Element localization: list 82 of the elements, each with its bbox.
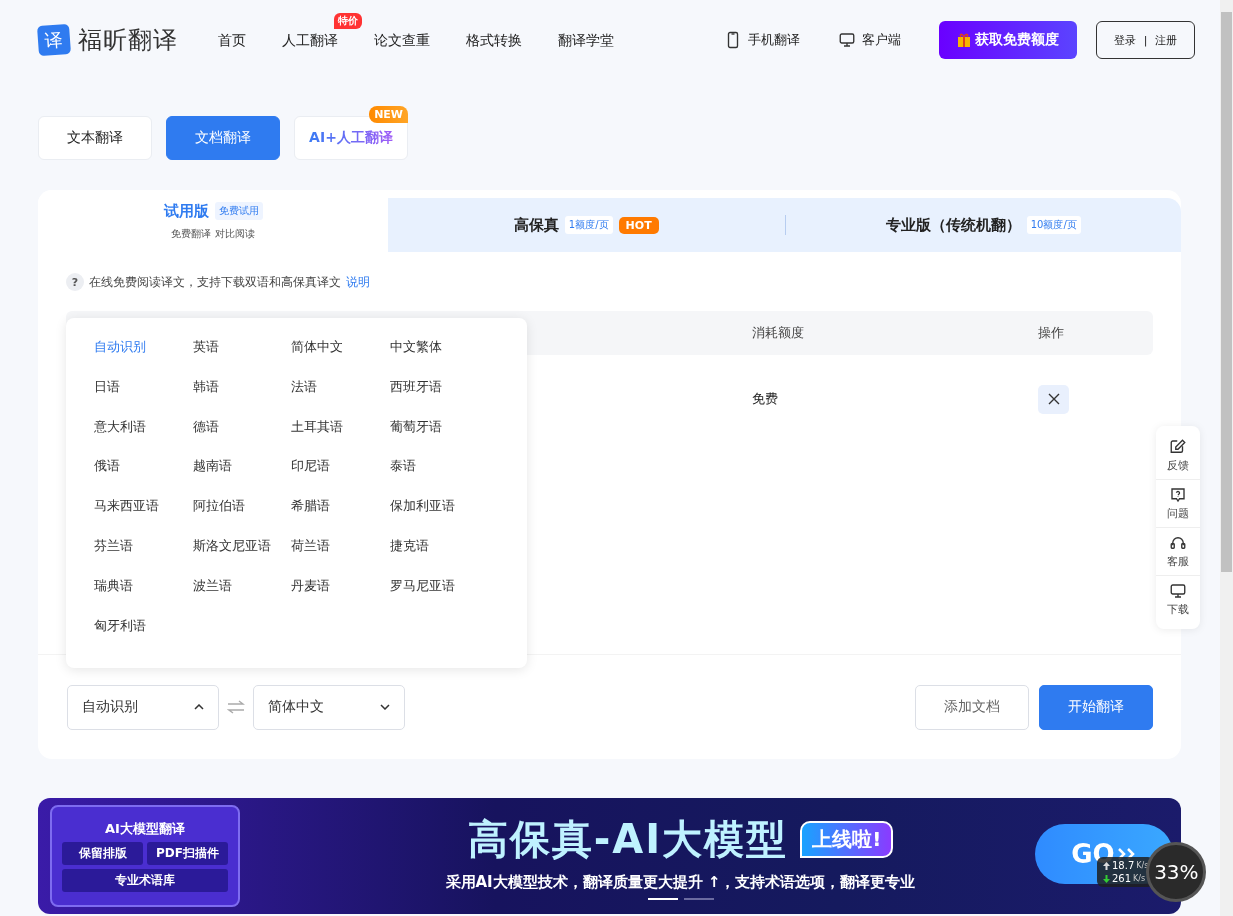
- notice-text: 在线免费阅读译文，支持下载双语和高保真译文: [89, 273, 341, 291]
- launch-tag: 上线啦!: [800, 821, 894, 858]
- column-header: 操作: [1038, 324, 1065, 342]
- rate-unit: K/s: [1133, 874, 1146, 883]
- plan-title: 高保真: [513, 215, 559, 235]
- language-option[interactable]: 俄语: [94, 457, 193, 498]
- nav-link[interactable]: 人工翻译: [282, 32, 338, 48]
- feature-label: 专业术语库: [62, 869, 228, 892]
- side-tool[interactable]: 反馈: [1156, 432, 1200, 480]
- add-document-button[interactable]: 添加文档: [915, 684, 1029, 730]
- register-link[interactable]: 注册: [1155, 32, 1178, 48]
- nav-link[interactable]: 格式转换: [466, 32, 522, 48]
- language-option[interactable]: 意大利语: [94, 417, 193, 458]
- language-option[interactable]: 德语: [192, 417, 291, 458]
- plan-title: 专业版（传统机翻）: [885, 215, 1021, 235]
- language-option[interactable]: 葡萄牙语: [389, 417, 488, 458]
- table-cell-text: 免费: [752, 390, 779, 408]
- new-badge: NEW: [369, 106, 408, 123]
- language-option[interactable]: 自动识别: [94, 338, 193, 378]
- language-option[interactable]: 土耳其语: [291, 417, 390, 458]
- logo-text: 福昕翻译: [78, 25, 178, 56]
- plan-subtitle: 免费翻译 对比阅读: [171, 226, 255, 241]
- language-option[interactable]: 简体中文: [291, 338, 390, 378]
- language-option[interactable]: 保加利亚语: [389, 497, 488, 537]
- language-option[interactable]: 捷克语: [389, 537, 488, 577]
- nav-link[interactable]: 论文查重: [374, 32, 430, 48]
- language-option[interactable]: 阿拉伯语: [192, 497, 291, 537]
- language-option[interactable]: 法语: [291, 377, 390, 418]
- language-option[interactable]: 马来西亚语: [94, 497, 193, 537]
- plan-tab[interactable]: 高保真 1额度/页 HOT: [388, 198, 785, 252]
- nav-link[interactable]: 首页: [218, 32, 246, 48]
- language-option[interactable]: 荷兰语: [291, 537, 390, 577]
- language-option[interactable]: 泰语: [389, 457, 488, 498]
- feature-title: AI大模型翻译: [104, 820, 186, 838]
- side-tool[interactable]: 下载: [1156, 576, 1200, 623]
- free-quota-button[interactable]: 获取免费额度: [939, 21, 1077, 59]
- language-option[interactable]: 瑞典语: [94, 576, 193, 617]
- plan-tag: 1额度/页: [564, 216, 613, 234]
- sale-badge: 特价: [334, 13, 362, 29]
- language-option[interactable]: 印尼语: [291, 457, 390, 498]
- plan-title: 试用版: [163, 201, 209, 221]
- banner-headline: 高保真-AI大模型: [467, 815, 789, 864]
- explain-link[interactable]: 说明: [346, 273, 370, 291]
- target-language-select[interactable]: 简体中文: [253, 684, 405, 730]
- language-option[interactable]: 罗马尼亚语: [389, 576, 488, 617]
- column-header: 消耗额度: [752, 324, 805, 342]
- logo-mark: 译: [37, 23, 71, 57]
- mode-tab[interactable]: 文档翻译: [166, 116, 280, 160]
- header-link[interactable]: 客户端: [838, 31, 901, 49]
- download-rate: 261: [1112, 873, 1132, 884]
- start-translate-button[interactable]: 开始翻译: [1039, 684, 1153, 730]
- language-option[interactable]: 中文繁体: [389, 338, 488, 378]
- plan-tag: 10额度/页: [1026, 216, 1081, 234]
- usage-meter[interactable]: 33%: [1146, 842, 1207, 902]
- language-option[interactable]: 波兰语: [192, 576, 291, 617]
- feature-label: PDF扫描件: [147, 842, 228, 865]
- language-option[interactable]: 日语: [94, 377, 193, 418]
- language-option[interactable]: 越南语: [192, 457, 291, 498]
- mode-tab[interactable]: 文本翻译: [38, 116, 152, 160]
- language-option[interactable]: 丹麦语: [291, 576, 390, 617]
- hot-badge: HOT: [618, 216, 659, 234]
- side-tool[interactable]: 客服: [1156, 528, 1200, 576]
- nav-link[interactable]: 翻译学堂: [558, 32, 614, 48]
- login-link[interactable]: 登录: [1113, 32, 1136, 48]
- feature-label: 保留排版: [62, 842, 143, 865]
- language-option[interactable]: 韩语: [192, 377, 291, 418]
- separator: |: [1143, 33, 1148, 47]
- plan-tab[interactable]: 专业版（传统机翻） 10额度/页: [784, 198, 1181, 252]
- source-language-select[interactable]: 自动识别: [67, 684, 219, 730]
- header-link[interactable]: 手机翻译: [724, 31, 800, 49]
- side-tool[interactable]: 问题: [1156, 480, 1200, 528]
- plan-tag: 免费试用: [214, 202, 263, 220]
- language-option[interactable]: 斯洛文尼亚语: [192, 537, 291, 577]
- language-option[interactable]: 希腊语: [291, 497, 390, 537]
- language-option[interactable]: 匈牙利语: [94, 616, 193, 657]
- upload-rate: 18.7: [1112, 860, 1135, 871]
- language-option[interactable]: 西班牙语: [389, 377, 488, 418]
- rate-unit: K/s: [1136, 861, 1149, 870]
- banner-subtitle: 采用AI大模型技术，翻译质量更大提升 ↑，支持术语选项，翻译更专业: [445, 873, 916, 892]
- language-option[interactable]: 英语: [192, 338, 291, 378]
- help-icon: ?: [66, 273, 84, 291]
- language-option[interactable]: 芬兰语: [94, 537, 193, 577]
